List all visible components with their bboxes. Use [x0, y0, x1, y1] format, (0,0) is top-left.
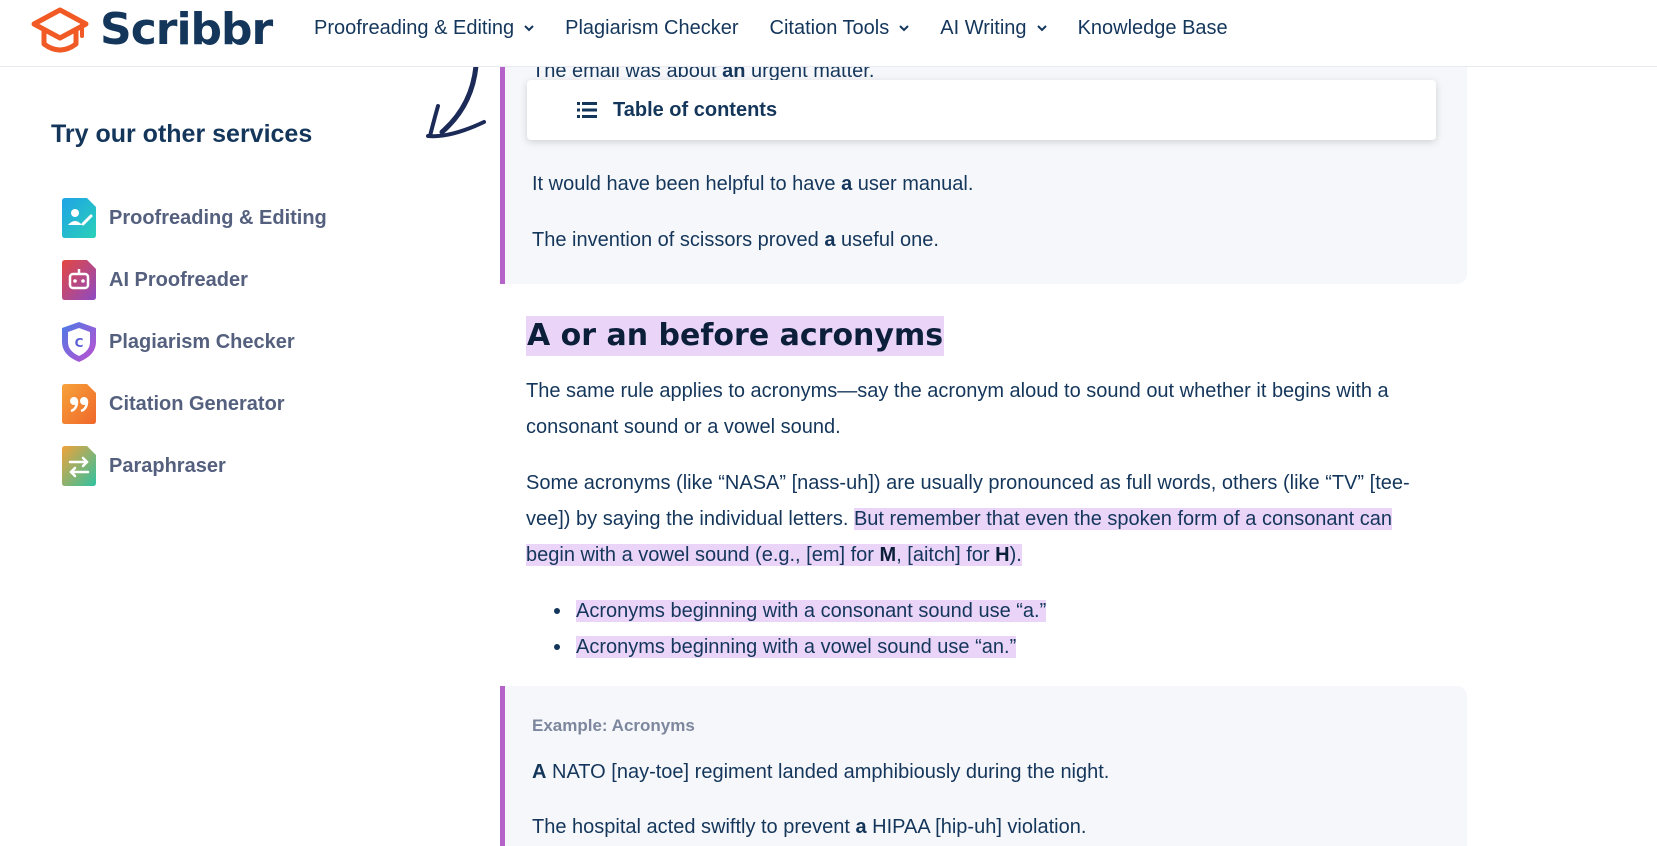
service-label: Proofreading & Editing [109, 206, 327, 229]
graduation-cap-icon [31, 7, 89, 53]
nav-citation-tools[interactable]: Citation Tools [770, 17, 910, 40]
list-item: Acronyms beginning with a consonant soun… [554, 593, 1047, 629]
proofreading-icon [62, 198, 96, 238]
nav-knowledge-base[interactable]: Knowledge Base [1078, 17, 1228, 40]
paragraph: Some acronyms (like “NASA” [nass-uh]) ar… [526, 472, 1410, 566]
section-heading: A or an before acronyms [526, 316, 945, 356]
chevron-down-icon [1036, 24, 1047, 32]
toc-label: Table of contents [613, 98, 778, 121]
nav-ai-writing[interactable]: AI Writing [940, 16, 1047, 40]
service-plagiarism-checker[interactable]: C Plagiarism Checker [62, 322, 295, 362]
service-label: Citation Generator [109, 392, 285, 415]
hand-drawn-arrow-icon [426, 66, 486, 139]
shield-c-icon: C [62, 322, 96, 362]
scribbr-logo[interactable]: Scribbr [30, 2, 273, 58]
service-paraphraser[interactable]: Paraphraser [62, 446, 226, 486]
table-of-contents-button[interactable]: Table of contents [527, 80, 1436, 140]
article-bold: a [855, 816, 867, 838]
article-bold: a [841, 173, 853, 195]
list-icon [577, 102, 597, 118]
service-label: AI Proofreader [109, 268, 248, 291]
quote-icon [62, 384, 96, 424]
chevron-down-icon [524, 24, 534, 32]
nav-label: Proofreading & Editing [314, 16, 515, 39]
bullet-dot [554, 644, 560, 650]
logo-text: Scribbr [100, 4, 273, 55]
nav-plagiarism-checker[interactable]: Plagiarism Checker [565, 17, 738, 40]
nav-label: Knowledge Base [1077, 16, 1228, 39]
example-sentence: A NATO [nay-toe] regiment landed amphibi… [532, 761, 1110, 783]
service-ai-proofreader[interactable]: AI Proofreader [62, 260, 248, 300]
top-navigation-bar: Scribbr Proofreading & Editing Plagiaris… [0, 0, 1657, 67]
svg-text:C: C [75, 336, 84, 350]
bullet-dot [554, 608, 560, 614]
nav-label: AI Writing [940, 16, 1027, 39]
list-item: Acronyms beginning with a vowel sound us… [554, 629, 1046, 665]
nav-proofreading-editing[interactable]: Proofreading & Editing [314, 17, 534, 40]
arrows-swap-icon [62, 446, 96, 486]
article-bold: a [824, 229, 836, 251]
example-sentence: It would have been helpful to have a use… [532, 173, 974, 195]
main-nav: Proofreading & Editing Plagiarism Checke… [314, 0, 1259, 56]
service-proofreading-editing[interactable]: Proofreading & Editing [62, 198, 327, 238]
service-citation-generator[interactable]: Citation Generator [62, 384, 285, 424]
example-title: Example: Acronyms [532, 716, 695, 735]
sidebar-title: Try our other services [51, 120, 313, 148]
chevron-down-icon [899, 24, 909, 32]
nav-label: Plagiarism Checker [565, 16, 739, 39]
example-sentence: The invention of scissors proved a usefu… [532, 229, 939, 251]
service-label: Plagiarism Checker [109, 330, 295, 353]
bullet-list: Acronyms beginning with a consonant soun… [554, 593, 1047, 665]
paragraph: The same rule applies to acronyms—say th… [526, 380, 1389, 438]
service-label: Paraphraser [109, 454, 226, 477]
nav-label: Citation Tools [769, 16, 890, 39]
article-bold: A [532, 761, 547, 783]
robot-icon [62, 260, 96, 300]
